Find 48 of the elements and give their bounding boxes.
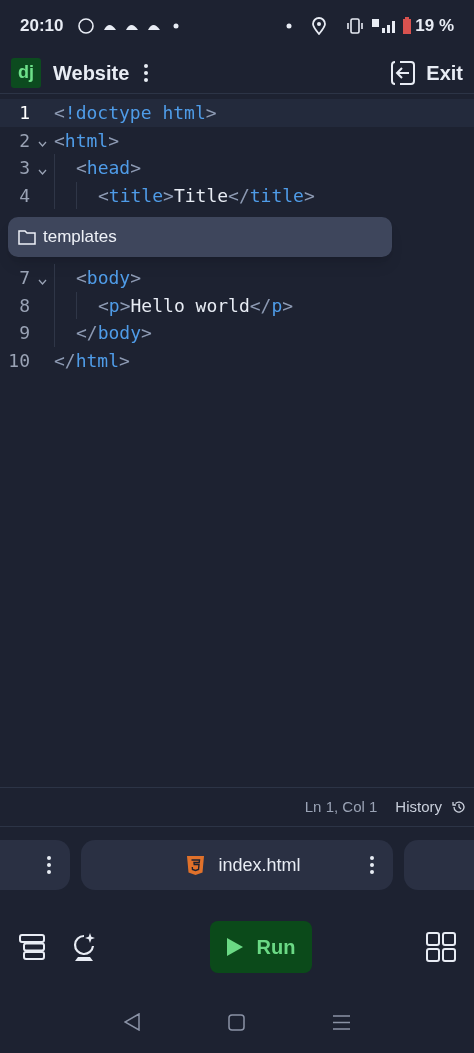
history-button[interactable]: History bbox=[395, 795, 466, 819]
history-icon bbox=[452, 800, 466, 814]
home-icon[interactable] bbox=[228, 1013, 245, 1031]
html5-icon bbox=[187, 855, 205, 875]
line-number: 7 bbox=[18, 266, 30, 291]
exit-button[interactable]: Exit bbox=[390, 57, 463, 88]
file-tab[interactable]: index.html bbox=[81, 840, 393, 890]
fold-chevron-icon[interactable] bbox=[37, 278, 47, 285]
code-line: </body> bbox=[76, 321, 152, 346]
code-line: <head> bbox=[76, 156, 142, 181]
code-line: <!doctype html> bbox=[54, 101, 217, 126]
battery-level: 19 % bbox=[415, 15, 454, 38]
line-number: 9 bbox=[18, 321, 30, 346]
line-number: 8 bbox=[18, 293, 30, 318]
more-icon[interactable] bbox=[143, 62, 150, 83]
code-line: <body> bbox=[76, 266, 142, 291]
code-line: <p>Hello world</p> bbox=[98, 293, 294, 318]
run-button[interactable]: Run bbox=[210, 921, 312, 973]
more-icon[interactable] bbox=[46, 855, 52, 875]
folder-icon bbox=[18, 228, 36, 245]
recents-icon[interactable] bbox=[333, 1014, 350, 1030]
ai-assistant-icon[interactable] bbox=[72, 932, 96, 962]
dot-icon bbox=[173, 23, 180, 29]
location-icon bbox=[312, 17, 327, 35]
line-number: 2 bbox=[18, 128, 30, 153]
grid-icon[interactable] bbox=[426, 932, 456, 962]
code-line: <title>Title</title> bbox=[98, 183, 315, 208]
fold-chevron-icon[interactable] bbox=[37, 141, 47, 148]
cursor-position: Ln 1, Col 1 bbox=[304, 796, 378, 817]
app-logo: dj bbox=[11, 57, 41, 88]
exit-icon bbox=[390, 59, 417, 86]
more-icon[interactable] bbox=[369, 855, 375, 875]
fold-chevron-icon[interactable] bbox=[37, 168, 47, 175]
line-number: 10 bbox=[7, 348, 30, 373]
battery-icon bbox=[402, 17, 413, 35]
dot-icon bbox=[286, 23, 293, 29]
line-number: 4 bbox=[18, 183, 30, 208]
back-icon[interactable] bbox=[124, 1013, 140, 1031]
stack-icon[interactable] bbox=[18, 933, 46, 961]
line-number: 3 bbox=[18, 156, 30, 181]
play-icon bbox=[226, 938, 243, 956]
clock: 20:10 bbox=[20, 15, 64, 38]
vibrate-icon bbox=[346, 18, 365, 34]
code-line: <html> bbox=[54, 128, 120, 153]
project-title: Website bbox=[53, 60, 130, 86]
code-line: </html> bbox=[54, 348, 130, 373]
line-number: 1 bbox=[18, 101, 30, 126]
folder-suggestion[interactable]: templates bbox=[8, 216, 392, 257]
